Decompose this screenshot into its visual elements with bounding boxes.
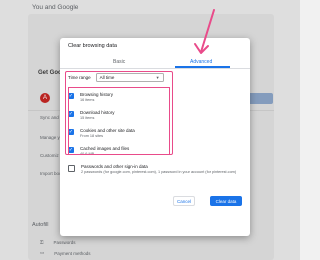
tab-bar: Basic Advanced	[60, 56, 250, 69]
option-passwords[interactable]: Passwords and other sign-in data 2 passw…	[68, 164, 236, 175]
cancel-button[interactable]: Cancel	[173, 196, 195, 206]
active-tab-indicator	[175, 66, 230, 68]
tab-basic[interactable]: Basic	[113, 59, 125, 65]
checkbox-unchecked[interactable]	[68, 165, 75, 172]
clear-data-button[interactable]: Clear data	[210, 196, 242, 206]
option-label: Passwords and other sign-in data	[81, 164, 148, 169]
dialog-title: Clear browsing data	[68, 43, 117, 49]
option-detail: 2 passwords (for google.com, pinterest.c…	[81, 170, 237, 174]
highlight-checkboxes	[68, 87, 170, 155]
tab-advanced[interactable]: Advanced	[190, 59, 212, 65]
